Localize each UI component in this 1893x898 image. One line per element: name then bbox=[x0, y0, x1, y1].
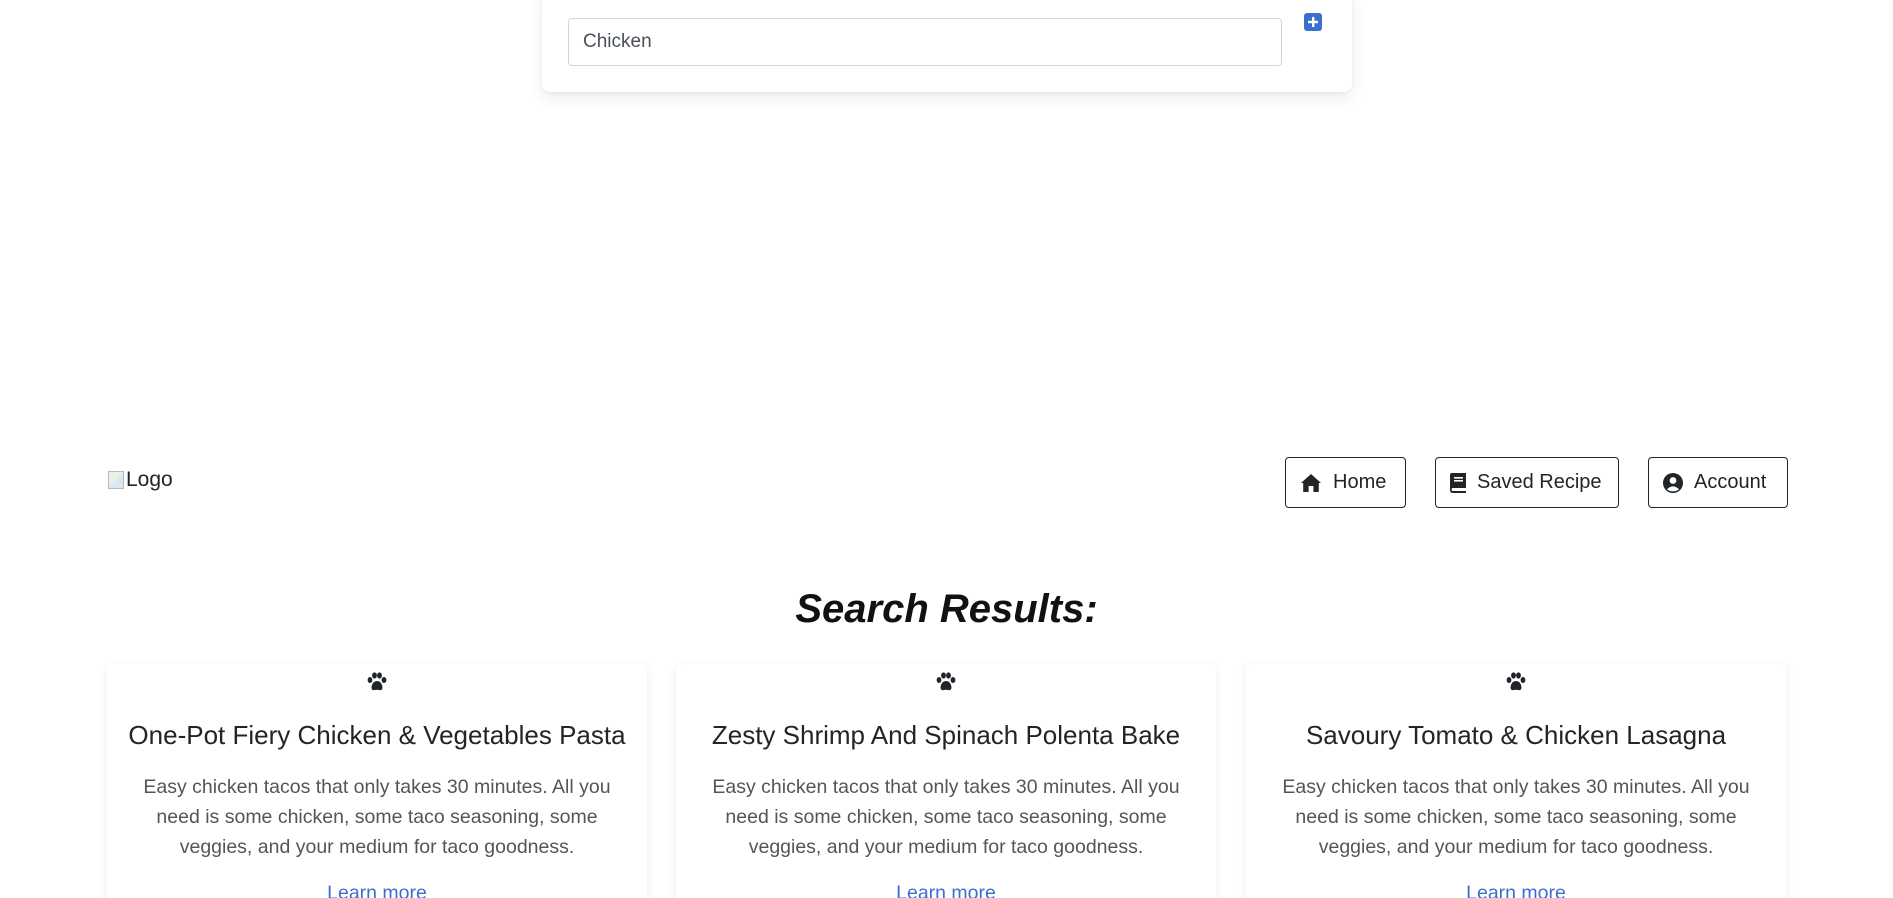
saved-recipe-label: Saved Recipe bbox=[1477, 471, 1602, 493]
learn-more-link[interactable]: Learn more bbox=[676, 882, 1216, 898]
account-button[interactable]: Account bbox=[1648, 457, 1788, 508]
search-input[interactable] bbox=[568, 18, 1282, 66]
card-title: One-Pot Fiery Chicken & Vegetables Pasta bbox=[128, 720, 626, 750]
page: Logo Home Saved Recipe Account Search Re… bbox=[0, 0, 1893, 898]
plus-square-icon bbox=[1308, 17, 1318, 27]
add-ingredient-button[interactable] bbox=[1304, 13, 1322, 31]
broken-image-icon bbox=[108, 471, 124, 489]
learn-more-link[interactable]: Learn more bbox=[1246, 882, 1786, 898]
card-description: Easy chicken tacos that only takes 30 mi… bbox=[712, 776, 1180, 858]
card-description: Easy chicken tacos that only takes 30 mi… bbox=[143, 776, 611, 858]
home-label: Home bbox=[1333, 471, 1387, 493]
recipe-card: Zesty Shrimp And Spinach Polenta Bake Ea… bbox=[676, 664, 1216, 898]
results-heading: Search Results: bbox=[795, 587, 1098, 631]
recipe-card: Savoury Tomato & Chicken Lasagna Easy ch… bbox=[1246, 664, 1786, 898]
user-circle-icon bbox=[1663, 472, 1683, 493]
account-label: Account bbox=[1694, 471, 1767, 493]
logo-alt-text: Logo bbox=[126, 468, 173, 491]
book-icon bbox=[1450, 472, 1466, 493]
learn-more-link[interactable]: Learn more bbox=[107, 882, 647, 898]
paw-icon bbox=[1506, 672, 1526, 691]
search-panel bbox=[542, 0, 1352, 92]
card-title: Zesty Shrimp And Spinach Polenta Bake bbox=[711, 720, 1181, 750]
logo[interactable]: Logo bbox=[108, 468, 173, 492]
paw-icon bbox=[936, 672, 956, 691]
home-button[interactable]: Home bbox=[1285, 457, 1406, 508]
home-icon bbox=[1301, 473, 1321, 492]
card-description: Easy chicken tacos that only takes 30 mi… bbox=[1282, 776, 1750, 858]
paw-icon bbox=[367, 672, 387, 691]
recipe-card: One-Pot Fiery Chicken & Vegetables Pasta… bbox=[107, 664, 647, 898]
card-title: Savoury Tomato & Chicken Lasagna bbox=[1305, 720, 1727, 750]
saved-recipe-button[interactable]: Saved Recipe bbox=[1435, 457, 1619, 508]
